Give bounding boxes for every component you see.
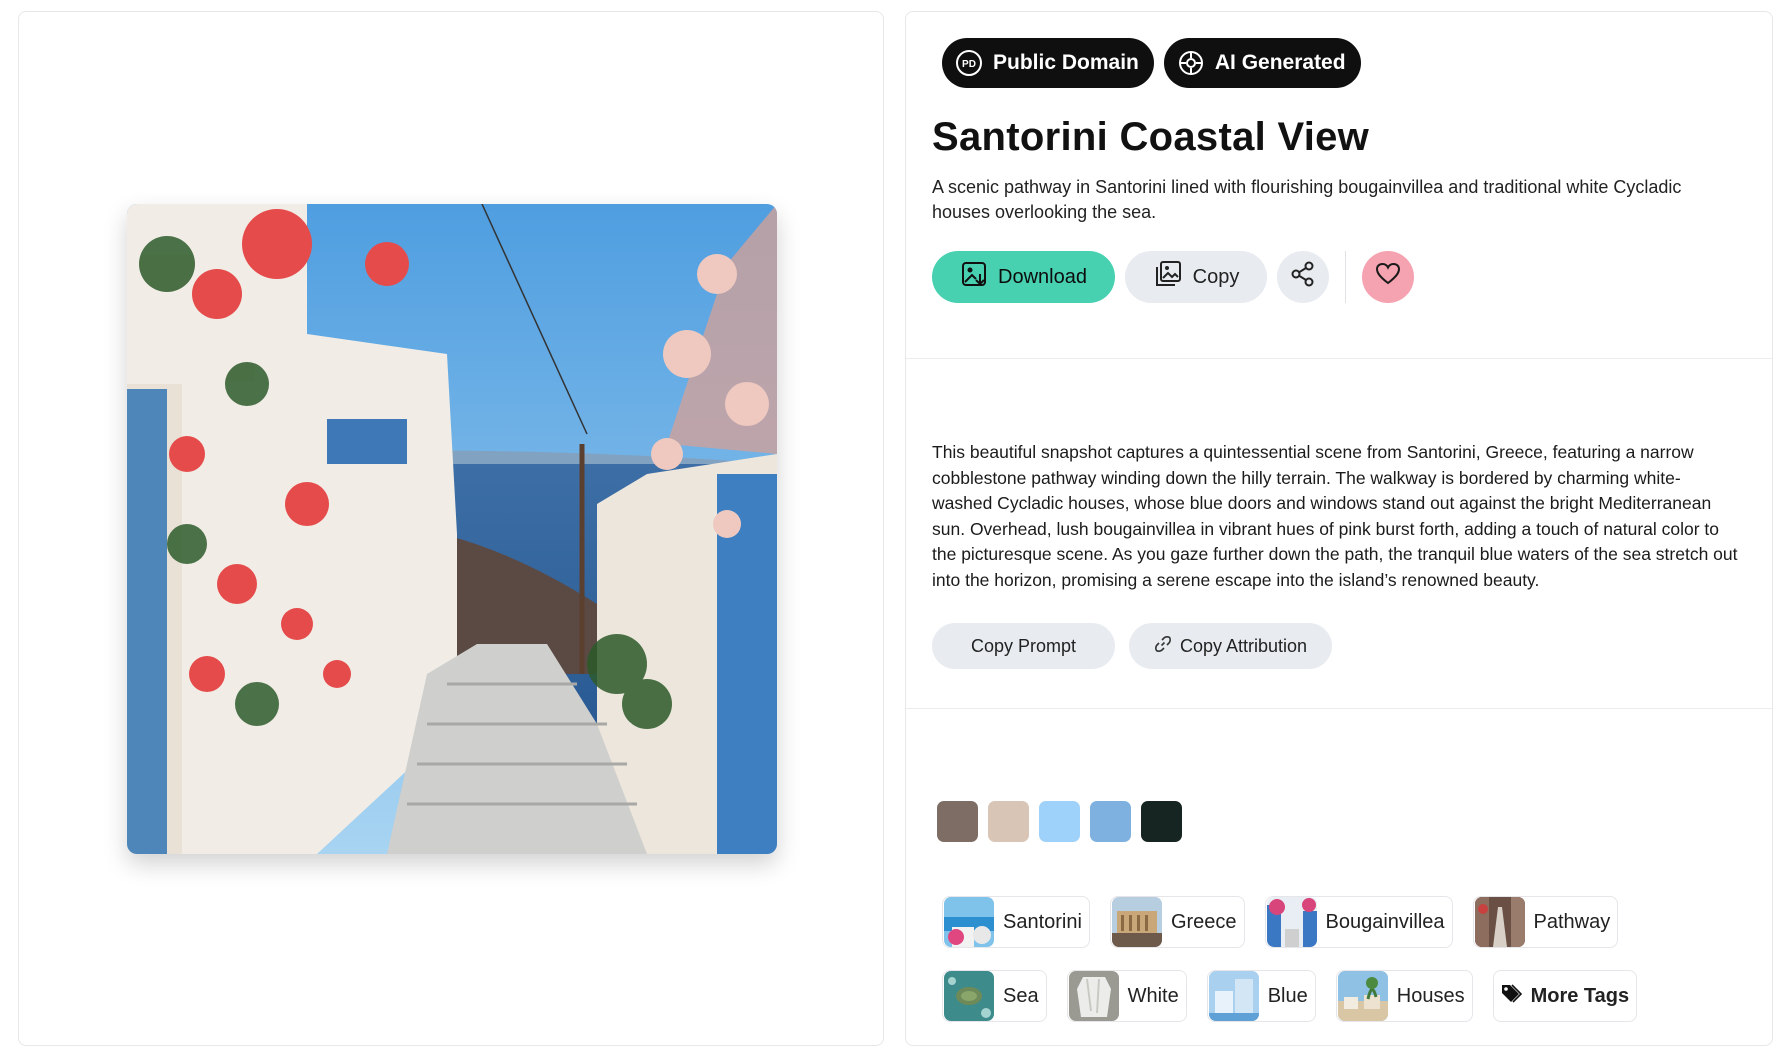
- color-swatch[interactable]: [1141, 801, 1182, 842]
- tag-thumbnail: [1111, 897, 1162, 947]
- download-icon: [960, 260, 988, 294]
- ai-generated-label: AI Generated: [1214, 51, 1346, 74]
- link-icon: [1154, 635, 1172, 658]
- color-swatch[interactable]: [937, 801, 978, 842]
- share-button[interactable]: [1277, 251, 1329, 303]
- tag-thumbnail: [1266, 897, 1317, 947]
- share-icon: [1290, 261, 1316, 293]
- copy-label: Copy: [1192, 265, 1240, 288]
- tag-bougainvillea[interactable]: Bougainvillea: [1264, 896, 1453, 948]
- color-swatch[interactable]: [988, 801, 1029, 842]
- tag-label: Blue: [1267, 984, 1308, 1007]
- ai-generated-badge[interactable]: AI Generated: [1163, 38, 1361, 88]
- tags-icon: [1500, 983, 1522, 1009]
- details-panel: PD Public Domain AI Generated Santorini …: [905, 11, 1773, 1046]
- license-badges: PD Public Domain AI Generated: [942, 38, 1361, 88]
- tag-label: Pathway: [1533, 910, 1611, 933]
- copy-image-icon: [1153, 259, 1183, 295]
- section-divider: [906, 708, 1772, 709]
- ai-chip-icon: [1177, 49, 1205, 77]
- color-palette: [937, 801, 1182, 842]
- public-domain-label: Public Domain: [993, 51, 1139, 74]
- tag-label: Santorini: [1003, 910, 1082, 933]
- tag-label: White: [1127, 984, 1179, 1007]
- tag-pathway[interactable]: Pathway: [1472, 896, 1619, 948]
- tag-thumbnail: [1337, 971, 1388, 1021]
- tag-thumbnail: [944, 971, 994, 1021]
- download-label: Download: [998, 265, 1087, 288]
- tag-blue[interactable]: Blue: [1206, 970, 1316, 1022]
- svg-text:PD: PD: [962, 59, 976, 70]
- copy-image-button[interactable]: Copy: [1125, 251, 1267, 303]
- tag-houses[interactable]: Houses: [1335, 970, 1473, 1022]
- color-swatch[interactable]: [1090, 801, 1131, 842]
- santorini-photo: [127, 204, 777, 854]
- tag-thumbnail: [944, 897, 994, 947]
- copy-attribution-button[interactable]: Copy Attribution: [1129, 623, 1332, 669]
- tag-thumbnail: [1208, 971, 1259, 1021]
- public-domain-badge[interactable]: PD Public Domain: [942, 38, 1154, 88]
- secondary-actions: Copy Prompt Copy Attribution: [932, 623, 1332, 669]
- download-button[interactable]: Download: [932, 251, 1115, 303]
- action-bar: Download Copy: [932, 251, 1414, 303]
- tag-label: Houses: [1396, 984, 1465, 1007]
- tag-label: Bougainvillea: [1325, 910, 1445, 933]
- heart-icon: [1375, 261, 1401, 293]
- tag-label: Greece: [1170, 910, 1237, 933]
- tag-white[interactable]: White: [1066, 970, 1187, 1022]
- favorite-button[interactable]: [1362, 251, 1414, 303]
- color-swatch[interactable]: [1039, 801, 1080, 842]
- public-domain-icon: PD: [955, 49, 983, 77]
- more-tags-button[interactable]: More Tags: [1492, 970, 1638, 1022]
- tag-list: Santorini Greece Bougainvillea Pathway S…: [942, 896, 1742, 1044]
- image-description: This beautiful snapshot captures a quint…: [932, 442, 1738, 590]
- tag-santorini[interactable]: Santorini: [942, 896, 1090, 948]
- action-divider: [1345, 251, 1346, 303]
- tag-greece[interactable]: Greece: [1109, 896, 1245, 948]
- section-divider: [906, 358, 1772, 359]
- image-subtitle: A scenic pathway in Santorini lined with…: [932, 177, 1682, 222]
- copy-prompt-label: Copy Prompt: [970, 635, 1077, 656]
- tag-thumbnail: [1068, 971, 1119, 1021]
- copy-attribution-label: Copy Attribution: [1179, 635, 1308, 656]
- tag-label: Sea: [1003, 984, 1039, 1007]
- tag-thumbnail: [1474, 897, 1525, 947]
- image-preview-panel: [18, 11, 884, 1046]
- tag-sea[interactable]: Sea: [942, 970, 1047, 1022]
- page-title: Santorini Coastal View: [932, 115, 1370, 159]
- more-tags-label: More Tags: [1530, 984, 1630, 1007]
- copy-prompt-button[interactable]: Copy Prompt: [932, 623, 1115, 669]
- main-image[interactable]: [127, 204, 777, 854]
